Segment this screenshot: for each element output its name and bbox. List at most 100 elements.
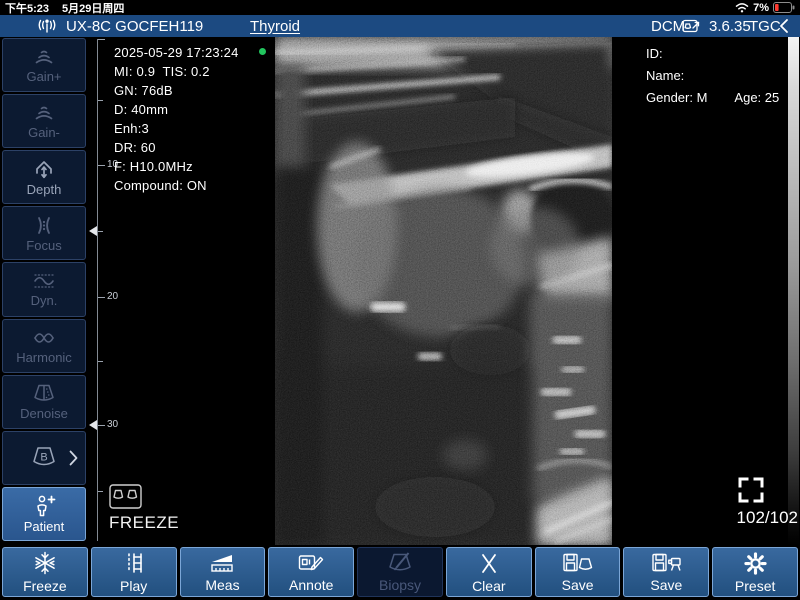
system-status-bar: 下午5:23 5月29日周四 7% [0, 0, 800, 15]
ruler-tick [98, 100, 103, 101]
app-version: 3.6.35 [709, 15, 751, 37]
svg-text:B: B [40, 451, 47, 463]
ruler-tick [98, 231, 103, 232]
clear-button[interactable]: Clear [446, 547, 532, 597]
ruler-tick [98, 361, 103, 362]
frame-counter-text: 102/102 [737, 508, 799, 528]
system-time: 下午5:23 [5, 0, 49, 16]
toolbar-button-label: Meas [205, 577, 239, 593]
annote-button[interactable]: Annote [268, 547, 354, 597]
dcm-label[interactable]: DCM [651, 15, 685, 37]
dual-display-icon[interactable] [109, 484, 142, 510]
patient-gender: Gender: M [646, 87, 707, 109]
chevron-left-icon[interactable] [779, 15, 789, 37]
toolbar-button-label: Save [650, 577, 682, 593]
sidebar-item-patient[interactable]: Patient [2, 487, 86, 541]
chevron-right-icon [69, 450, 78, 466]
frame-counter-block: 102/102 [737, 476, 799, 528]
sidebar-item-label: Patient [24, 519, 64, 534]
biopsy-button[interactable]: Biopsy [357, 547, 443, 597]
sidebar-item-harmonic[interactable]: Harmonic [2, 319, 86, 373]
toolbar-button-label: Annote [289, 577, 333, 593]
sidebar-item-focus[interactable]: Focus [2, 206, 86, 260]
focus-marker-icon [89, 420, 97, 430]
sidebar-item-b-mode[interactable]: B [2, 431, 86, 485]
sidebar-item-label: Dyn. [31, 293, 58, 308]
ultrasound-app-screen: 下午5:23 5月29日周四 7% [0, 0, 800, 600]
sidebar-item-label: Focus [26, 238, 61, 253]
imaging-viewport: 10 20 30 2025-05-29 17:23:24 MI: 0.9 TIS… [88, 37, 800, 545]
grayscale-map-bar [788, 37, 799, 545]
freeze-status-text: FREEZE [109, 513, 179, 533]
acquisition-info-overlay: 2025-05-29 17:23:24 MI: 0.9 TIS: 0.2 GN:… [114, 43, 239, 195]
battery-icon [773, 2, 795, 13]
tgc-label[interactable]: TGC [749, 15, 781, 37]
app-title-bar: UX-8C GOCFEH119 Thyroid DCM 3.6.35 TGC [0, 15, 800, 37]
compound-text: Compound: ON [114, 176, 239, 195]
freeze-button[interactable]: Freeze [2, 547, 88, 597]
ruler-tick [98, 297, 105, 298]
meas-button[interactable]: Meas [180, 547, 266, 597]
annotation-pencil-icon [297, 551, 325, 575]
dynamic-range-icon [31, 270, 57, 292]
ruler-tick [98, 425, 105, 426]
sidebar-item-gain-minus[interactable]: Gain- [2, 94, 86, 148]
b-mode-icon: B [28, 445, 60, 471]
save-cine-button[interactable]: Save [623, 547, 709, 597]
toolbar-button-label: Preset [735, 578, 775, 594]
device-name: UX-8C GOCFEH119 [66, 15, 203, 37]
save-cine-icon [651, 552, 682, 575]
save-image-button[interactable]: Save [535, 547, 621, 597]
sidebar-item-gain-plus[interactable]: Gain+ [2, 38, 86, 92]
frequency-text: F: H10.0MHz [114, 157, 239, 176]
sidebar-item-label: Gain+ [26, 69, 61, 84]
depth-text: D: 40mm [114, 100, 239, 119]
focus-icon [31, 214, 57, 237]
sidebar-item-label: Denoise [20, 406, 68, 421]
status-indicator-dot [259, 48, 266, 55]
exam-preset-selector[interactable]: Thyroid [250, 15, 300, 37]
sidebar-item-label: Gain- [28, 125, 60, 140]
toolbar-button-label: Play [120, 578, 147, 594]
sidebar-item-depth[interactable]: Depth [2, 150, 86, 204]
save-image-icon [562, 552, 593, 575]
depth-icon [31, 158, 57, 181]
biopsy-needle-icon [387, 551, 413, 575]
ruler-tick [98, 491, 103, 492]
preset-button[interactable]: Preset [712, 547, 798, 597]
gain-minus-icon [31, 102, 57, 124]
ruler-tick [98, 165, 105, 166]
gain-plus-icon [31, 46, 57, 68]
dcm-export-icon[interactable] [682, 15, 702, 37]
fullscreen-brackets-icon[interactable] [737, 476, 765, 504]
freeze-indicator: FREEZE [109, 484, 179, 533]
left-control-sidebar: Gain+ Gain- Depth [0, 37, 88, 542]
play-button[interactable]: Play [91, 547, 177, 597]
preset-gear-icon [743, 551, 768, 576]
patient-info-block: ID: Name: Gender: M Age: 25 [646, 43, 779, 109]
gain-text: GN: 76dB [114, 81, 239, 100]
ultrasound-image[interactable] [275, 37, 612, 545]
toolbar-button-label: Save [562, 577, 594, 593]
toolbar-button-label: Biopsy [379, 577, 421, 593]
sidebar-item-denoise[interactable]: Denoise [2, 375, 86, 429]
enhance-text: Enh:3 [114, 119, 239, 138]
mi-tis-text: MI: 0.9 TIS: 0.2 [114, 62, 239, 81]
patient-id-label: ID: [646, 43, 779, 65]
toolbar-button-label: Freeze [23, 578, 67, 594]
snowflake-icon [32, 550, 58, 576]
sidebar-item-label: Depth [27, 182, 62, 197]
harmonic-icon [31, 327, 57, 349]
sidebar-item-dynamic-range[interactable]: Dyn. [2, 262, 86, 316]
measure-ruler-icon [208, 551, 236, 575]
patient-age: Age: 25 [734, 87, 779, 109]
system-date: 5月29日周四 [62, 0, 124, 16]
focus-marker-icon [89, 226, 97, 236]
clear-x-icon [478, 551, 500, 576]
ruler-label-20: 20 [107, 292, 118, 302]
battery-percent: 7% [753, 2, 769, 14]
bottom-toolbar: Freeze Play Meas [0, 545, 800, 600]
depth-ruler [97, 39, 98, 541]
dynamic-range-text: DR: 60 [114, 138, 239, 157]
patient-icon [30, 494, 58, 518]
